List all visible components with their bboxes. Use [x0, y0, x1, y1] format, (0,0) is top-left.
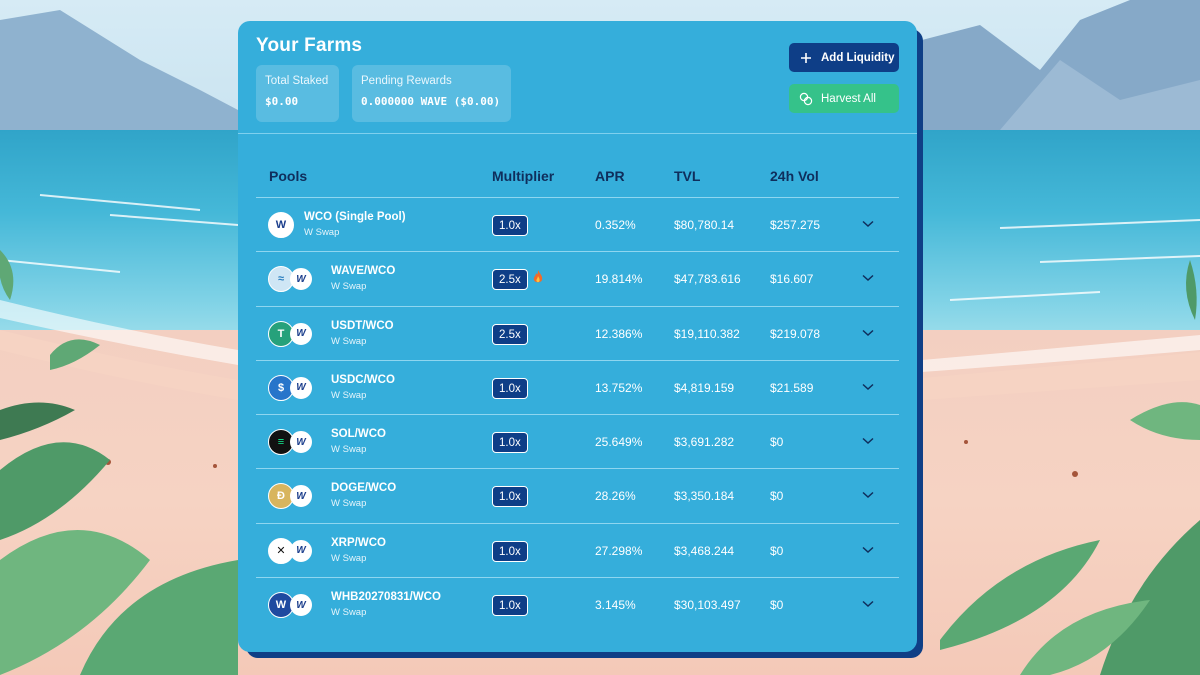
apr-value: 28.26% — [595, 489, 636, 504]
pool-name: SOL/WCO — [331, 428, 386, 441]
wco-token-icon: W — [268, 212, 294, 238]
apr-value: 12.386% — [595, 326, 643, 341]
table-header: Pools Multiplier APR TVL 24h Vol — [256, 156, 899, 198]
pending-rewards-box: Pending Rewards 0.000000 WAVE ($0.00) — [352, 65, 511, 122]
apr-value: 3.145% — [595, 598, 636, 613]
tvl-value: $3,691.282 — [674, 435, 735, 450]
chevron-down-icon[interactable] — [862, 437, 874, 445]
column-header-pools: Pools — [269, 168, 308, 184]
total-staked-box: Total Staked $0.00 — [256, 65, 339, 122]
pool-name: WAVE/WCO — [331, 265, 396, 278]
apr-value: 19.814% — [595, 272, 643, 287]
volume-24h-value: $16.607 — [770, 272, 814, 287]
tvl-value: $80,780.14 — [674, 218, 735, 232]
table-row[interactable]: ✕ W XRP/WCO W Swap 1.0x 27.298% $3,468.244 $0 — [256, 524, 899, 579]
chevron-down-icon[interactable] — [862, 600, 874, 608]
wco-token-icon: W — [290, 485, 312, 508]
apr-value: 13.752% — [595, 380, 643, 395]
chevron-down-icon[interactable] — [862, 546, 874, 554]
multiplier-badge: 1.0x — [492, 377, 528, 399]
tvl-value: $19,110.382 — [674, 326, 740, 341]
pool-source: W Swap — [331, 552, 367, 564]
apr-value: 25.649% — [595, 435, 643, 450]
coins-icon — [799, 92, 813, 106]
table-row[interactable]: W W WHB20270831/WCO W Swap 1.0x 3.145% $30,103… — [256, 578, 899, 632]
tvl-value: $47,783.616 — [674, 272, 741, 287]
apr-value: 0.352% — [595, 218, 636, 232]
pool-name: USDC/WCO — [331, 373, 395, 386]
pool-name: WHB20270831/WCO — [331, 591, 441, 604]
pool-name: DOGE/WCO — [331, 482, 397, 495]
volume-24h-value: $219.078 — [770, 326, 821, 341]
add-liquidity-label: Add Liquidity — [821, 51, 895, 64]
table-body: W WCO (Single Pool) W Swap 1.0x 0.352% $80,78… — [256, 198, 899, 632]
multiplier-badge: 2.5x — [492, 269, 528, 291]
volume-24h-value: $0 — [770, 489, 784, 504]
fire-icon — [533, 270, 543, 283]
pool-name: WCO (Single Pool) — [304, 211, 406, 223]
wco-token-icon: W — [290, 268, 312, 291]
farms-card: Your Farms Total Staked $0.00 Pending Re… — [238, 21, 917, 652]
chevron-down-icon[interactable] — [862, 491, 874, 499]
multiplier-badge: 1.0x — [492, 540, 528, 562]
page-title: Your Farms — [256, 35, 363, 56]
tvl-value: $4,819.159 — [674, 380, 735, 395]
pool-name: XRP/WCO — [331, 536, 386, 549]
multiplier-badge: 1.0x — [492, 215, 528, 236]
table-row[interactable]: ≡ W SOL/WCO W Swap 1.0x 25.649% $3,691.282 $0 — [256, 415, 899, 470]
tvl-value: $3,468.244 — [674, 543, 735, 558]
pending-rewards-value: 0.000000 WAVE ($0.00) — [361, 95, 501, 108]
wco-token-icon: W — [290, 539, 312, 562]
column-header-multiplier: Multiplier — [492, 168, 555, 184]
pool-name: USDT/WCO — [331, 319, 394, 332]
table-row[interactable]: ≈ W WAVE/WCO W Swap 2.5x 19.814% $47,783.616 $1… — [256, 252, 899, 307]
pool-source: W Swap — [331, 389, 367, 401]
harvest-all-button[interactable]: Harvest All — [789, 84, 899, 113]
farms-table: Pools Multiplier APR TVL 24h Vol W WCO (S… — [256, 156, 899, 632]
tvl-value: $30,103.497 — [674, 598, 741, 613]
pool-source: W Swap — [331, 444, 367, 456]
wco-token-icon: W — [290, 594, 312, 617]
chevron-down-icon[interactable] — [862, 383, 874, 391]
volume-24h-value: $0 — [770, 598, 784, 613]
tvl-value: $3,350.184 — [674, 489, 735, 504]
total-staked-value: $0.00 — [265, 95, 299, 108]
multiplier-badge: 1.0x — [492, 486, 528, 508]
multiplier-badge: 2.5x — [492, 323, 528, 345]
wco-token-icon: W — [290, 376, 312, 399]
column-header-tvl: TVL — [674, 168, 701, 184]
table-row[interactable]: $ W USDC/WCO W Swap 1.0x 13.752% $4,819.159 $21… — [256, 361, 899, 416]
volume-24h-value: $257.275 — [770, 218, 821, 232]
plus-icon — [799, 51, 813, 65]
chevron-down-icon[interactable] — [862, 329, 874, 337]
volume-24h-value: $0 — [770, 543, 784, 558]
column-header-24h-vol: 24h Vol — [770, 168, 819, 184]
table-row[interactable]: W WCO (Single Pool) W Swap 1.0x 0.352% $80,78… — [256, 198, 899, 253]
pool-source: W Swap — [331, 335, 367, 347]
table-row[interactable]: T W USDT/WCO W Swap 2.5x 12.386% $19,110.382 $2… — [256, 307, 899, 361]
pending-rewards-label: Pending Rewards — [361, 75, 452, 87]
table-row[interactable]: Ð W DOGE/WCO W Swap 1.0x 28.26% $3,350.184 $0 — [256, 469, 899, 524]
wco-token-icon: W — [290, 431, 312, 454]
apr-value: 27.298% — [595, 543, 643, 558]
total-staked-label: Total Staked — [265, 75, 329, 87]
pool-source: W Swap — [331, 281, 367, 293]
add-liquidity-button[interactable]: Add Liquidity — [789, 43, 899, 72]
pool-source: W Swap — [331, 607, 367, 619]
wco-token-icon: W — [290, 322, 312, 345]
column-header-apr: APR — [595, 168, 625, 184]
chevron-down-icon[interactable] — [862, 274, 874, 282]
chevron-down-icon[interactable] — [862, 220, 874, 228]
volume-24h-value: $21.589 — [770, 380, 814, 395]
harvest-all-label: Harvest All — [821, 92, 876, 105]
pool-source: W Swap — [331, 498, 367, 510]
volume-24h-value: $0 — [770, 435, 784, 450]
farms-header: Your Farms Total Staked $0.00 Pending Re… — [238, 21, 917, 134]
pool-source: W Swap — [304, 227, 340, 238]
multiplier-badge: 1.0x — [492, 595, 528, 617]
multiplier-badge: 1.0x — [492, 432, 528, 454]
